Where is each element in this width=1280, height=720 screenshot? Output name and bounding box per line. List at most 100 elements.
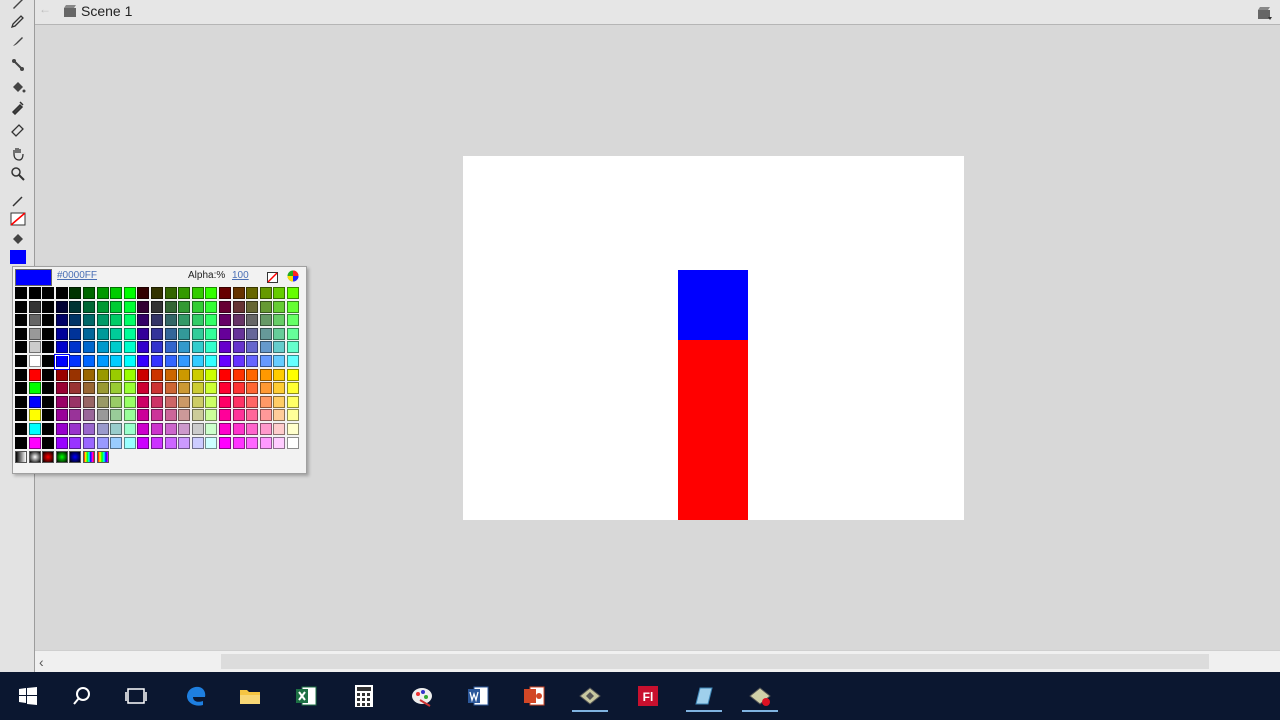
swatch[interactable]	[42, 436, 55, 449]
swatch[interactable]	[28, 368, 41, 381]
swatch[interactable]	[123, 395, 136, 408]
swatch[interactable]	[110, 382, 123, 395]
swatch[interactable]	[232, 314, 245, 327]
swatch[interactable]	[191, 436, 204, 449]
swatch[interactable]	[178, 368, 191, 381]
swatch[interactable]	[69, 436, 82, 449]
swatch[interactable]	[137, 341, 150, 354]
swatch[interactable]	[28, 300, 41, 313]
swatch[interactable]	[246, 436, 259, 449]
swatch[interactable]	[83, 382, 95, 395]
stroke-color-swatch[interactable]	[8, 210, 28, 228]
blue-rectangle[interactable]	[678, 270, 748, 340]
swatch[interactable]	[164, 341, 177, 354]
swatch[interactable]	[246, 423, 259, 435]
swatch[interactable]	[15, 368, 27, 381]
swatch[interactable]	[42, 368, 55, 381]
swatch[interactable]	[191, 395, 204, 408]
swatch[interactable]	[205, 327, 218, 340]
swatch[interactable]	[259, 368, 272, 381]
swatch[interactable]	[69, 355, 82, 367]
swatch[interactable]	[110, 355, 123, 367]
swatch[interactable]	[55, 327, 68, 340]
swatch[interactable]	[191, 314, 204, 327]
swatch[interactable]	[15, 395, 27, 408]
swatch[interactable]	[110, 436, 123, 449]
swatch[interactable]	[178, 341, 191, 354]
swatch[interactable]	[219, 423, 231, 435]
swatch[interactable]	[232, 327, 245, 340]
horizontal-scrollbar[interactable]: ‹	[35, 650, 1280, 673]
swatch[interactable]	[205, 409, 218, 422]
gradient-swatch[interactable]	[42, 451, 55, 463]
app-icon-2[interactable]	[686, 680, 722, 712]
swatch[interactable]	[110, 300, 123, 313]
swatch[interactable]	[151, 382, 163, 395]
swatch[interactable]	[246, 341, 259, 354]
no-color-icon[interactable]	[267, 270, 278, 283]
file-explorer-icon[interactable]	[232, 680, 268, 712]
swatch[interactable]	[191, 368, 204, 381]
swatch[interactable]	[246, 382, 259, 395]
swatch[interactable]	[137, 423, 150, 435]
swatch[interactable]	[137, 382, 150, 395]
search-icon[interactable]	[64, 680, 100, 712]
swatch[interactable]	[123, 409, 136, 422]
swatch[interactable]	[96, 287, 109, 299]
swatch[interactable]	[191, 287, 204, 299]
swatch[interactable]	[232, 423, 245, 435]
swatch[interactable]	[69, 395, 82, 408]
hex-value-field[interactable]: #0000FF	[57, 270, 97, 281]
swatch[interactable]	[15, 423, 27, 435]
swatch[interactable]	[273, 287, 286, 299]
brush-tool-icon[interactable]	[8, 32, 28, 50]
paint-icon[interactable]	[404, 680, 440, 712]
swatch[interactable]	[219, 436, 231, 449]
swatch[interactable]	[42, 314, 55, 327]
zoom-tool-icon[interactable]	[8, 165, 28, 183]
swatch[interactable]	[287, 423, 299, 435]
swatch[interactable]	[232, 341, 245, 354]
swatch[interactable]	[178, 314, 191, 327]
pen-tool-icon[interactable]	[8, 0, 28, 12]
swatch[interactable]	[15, 327, 27, 340]
swatch[interactable]	[246, 314, 259, 327]
swatch[interactable]	[232, 287, 245, 299]
swatch[interactable]	[232, 300, 245, 313]
red-rectangle[interactable]	[678, 340, 748, 520]
swatch[interactable]	[15, 300, 27, 313]
swatch[interactable]	[55, 300, 68, 313]
task-view-icon[interactable]	[118, 680, 154, 712]
swatch[interactable]	[273, 327, 286, 340]
swatch[interactable]	[96, 300, 109, 313]
swatch[interactable]	[69, 314, 82, 327]
swatch[interactable]	[123, 368, 136, 381]
swatch[interactable]	[273, 395, 286, 408]
swatch[interactable]	[110, 341, 123, 354]
swatch[interactable]	[205, 368, 218, 381]
swatch[interactable]	[15, 436, 27, 449]
swatch[interactable]	[151, 314, 163, 327]
swatch[interactable]	[232, 355, 245, 367]
swatch[interactable]	[69, 409, 82, 422]
swatch[interactable]	[110, 395, 123, 408]
swatch[interactable]	[151, 368, 163, 381]
swatch[interactable]	[232, 368, 245, 381]
swatch[interactable]	[287, 436, 299, 449]
swatch[interactable]	[96, 382, 109, 395]
swatch[interactable]	[164, 355, 177, 367]
swatch[interactable]	[83, 395, 95, 408]
swatch[interactable]	[110, 368, 123, 381]
swatch[interactable]	[164, 436, 177, 449]
swatch[interactable]	[69, 287, 82, 299]
hand-tool-icon[interactable]	[8, 144, 28, 162]
swatch[interactable]	[28, 423, 41, 435]
swatch[interactable]	[219, 395, 231, 408]
app-icon-3[interactable]	[742, 680, 778, 712]
swatch[interactable]	[15, 382, 27, 395]
swatch[interactable]	[273, 341, 286, 354]
color-wheel-icon[interactable]	[287, 269, 299, 282]
swatch[interactable]	[96, 423, 109, 435]
gradient-swatch[interactable]	[69, 451, 82, 463]
swatch[interactable]	[123, 423, 136, 435]
